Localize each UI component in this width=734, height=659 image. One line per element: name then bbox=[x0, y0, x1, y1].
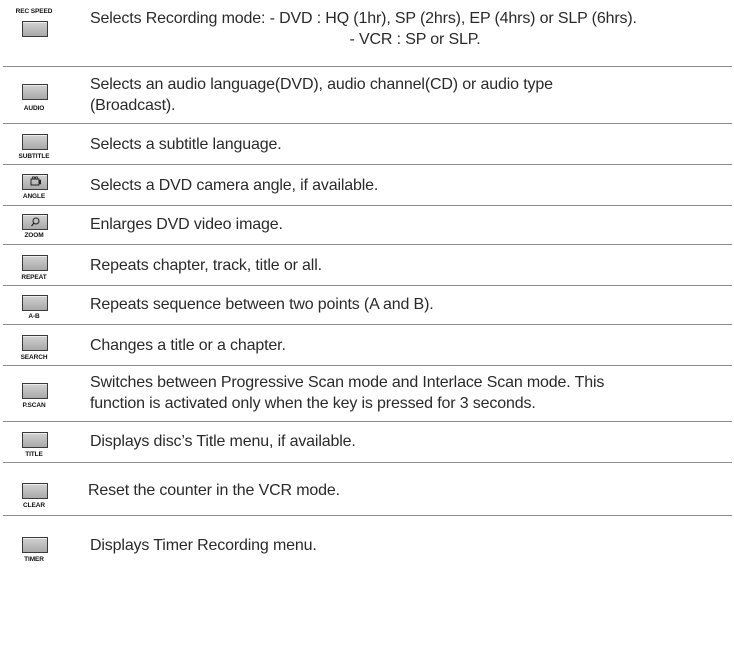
description-line: Repeats chapter, track, title or all. bbox=[90, 257, 322, 274]
description-line: Selects Recording mode: - DVD : HQ (1hr)… bbox=[90, 10, 637, 27]
icon-cell: TITLE bbox=[3, 422, 83, 462]
button-label: CLEAR bbox=[23, 502, 45, 509]
button-label: P.SCAN bbox=[22, 402, 46, 409]
table-row: AUDIO Selects an audio language(DVD), au… bbox=[3, 67, 732, 124]
row-description: Reset the counter in the VCR mode. bbox=[88, 480, 728, 501]
table-row: ANGLE Selects a DVD camera angle, if ava… bbox=[3, 165, 732, 206]
clear-button-icon bbox=[22, 483, 48, 499]
audio-button-icon bbox=[22, 84, 48, 100]
table-row: SUBTITLE Selects a subtitle language. bbox=[3, 124, 732, 165]
table-row: ZOOM Enlarges DVD video image. bbox=[3, 206, 732, 245]
row-description: Switches between Progressive Scan mode a… bbox=[90, 372, 728, 414]
table-row: TITLE Displays disc’s Title menu, if ava… bbox=[3, 422, 732, 463]
description-line: function is activated only when the key … bbox=[90, 395, 536, 412]
button-label: REC SPEED bbox=[15, 8, 53, 15]
magnifier-glyph bbox=[31, 217, 40, 227]
p-scan-button-icon bbox=[22, 383, 48, 399]
icon-cell: AUDIO bbox=[3, 67, 83, 123]
row-description: Displays Timer Recording menu. bbox=[90, 535, 728, 556]
row-description: Repeats sequence between two points (A a… bbox=[90, 294, 728, 315]
description-line: Switches between Progressive Scan mode a… bbox=[90, 374, 605, 391]
description-line: Displays Timer Recording menu. bbox=[90, 537, 317, 554]
rec-speed-button-icon bbox=[22, 21, 48, 37]
timer-button-icon bbox=[22, 537, 48, 553]
icon-cell: ZOOM bbox=[3, 206, 83, 244]
description-line: (Broadcast). bbox=[90, 97, 176, 114]
button-label: AUDIO bbox=[23, 105, 45, 112]
button-label: REPEAT bbox=[21, 274, 47, 281]
icon-cell: TIMER bbox=[3, 516, 83, 576]
icon-cell: SUBTITLE bbox=[3, 124, 83, 164]
description-line: Selects an audio language(DVD), audio ch… bbox=[90, 76, 553, 93]
title-button-icon bbox=[22, 432, 48, 448]
table-row: REC SPEED Selects Recording mode: - DVD … bbox=[3, 0, 732, 67]
icon-cell: CLEAR bbox=[3, 463, 83, 515]
row-description: Selects a DVD camera angle, if available… bbox=[90, 175, 728, 196]
magnifier-icon bbox=[22, 214, 48, 230]
icon-cell: P.SCAN bbox=[3, 366, 83, 421]
description-line: Reset the counter in the VCR mode. bbox=[88, 482, 340, 499]
button-label: SUBTITLE bbox=[18, 153, 50, 160]
description-line: - VCR : SP or SLP. bbox=[349, 31, 481, 48]
icon-cell: REPEAT bbox=[3, 245, 83, 285]
button-label: TITLE bbox=[25, 451, 43, 458]
row-description: Repeats chapter, track, title or all. bbox=[90, 255, 728, 276]
button-label: A-B bbox=[28, 313, 40, 320]
remote-button-table: REC SPEED Selects Recording mode: - DVD … bbox=[3, 0, 732, 576]
a-b-button-icon bbox=[22, 295, 48, 311]
button-label: ANGLE bbox=[22, 193, 46, 200]
button-label: ZOOM bbox=[24, 232, 44, 239]
description-line: Selects a DVD camera angle, if available… bbox=[90, 177, 379, 194]
icon-cell: REC SPEED bbox=[3, 0, 83, 66]
camera-angle-icon bbox=[22, 174, 48, 190]
icon-cell: SEARCH bbox=[3, 325, 83, 365]
description-line: Selects a subtitle language. bbox=[90, 136, 282, 153]
icon-cell: ANGLE bbox=[3, 165, 83, 205]
description-line: Repeats sequence between two points (A a… bbox=[90, 296, 434, 313]
button-label: TIMER bbox=[24, 556, 44, 563]
button-label: SEARCH bbox=[20, 354, 48, 361]
table-row: CLEAR Reset the counter in the VCR mode. bbox=[3, 463, 732, 516]
camera-glyph bbox=[30, 176, 41, 186]
row-description: Selects Recording mode: - DVD : HQ (1hr)… bbox=[90, 8, 728, 50]
row-description: Enlarges DVD video image. bbox=[90, 214, 728, 235]
icon-cell: A-B bbox=[3, 286, 83, 324]
row-description: Changes a title or a chapter. bbox=[90, 335, 728, 356]
description-line: Changes a title or a chapter. bbox=[90, 337, 286, 354]
table-row: TIMER Displays Timer Recording menu. bbox=[3, 516, 732, 576]
table-row: SEARCH Changes a title or a chapter. bbox=[3, 325, 732, 366]
repeat-button-icon bbox=[22, 255, 48, 271]
description-line: Enlarges DVD video image. bbox=[90, 216, 283, 233]
table-row: A-B Repeats sequence between two points … bbox=[3, 286, 732, 325]
row-description: Displays disc’s Title menu, if available… bbox=[90, 431, 728, 452]
row-description: Selects a subtitle language. bbox=[90, 134, 728, 155]
description-line: Displays disc’s Title menu, if available… bbox=[90, 433, 356, 450]
search-button-icon bbox=[22, 335, 48, 351]
table-row: P.SCAN Switches between Progressive Scan… bbox=[3, 366, 732, 422]
subtitle-button-icon bbox=[22, 134, 48, 150]
table-row: REPEAT Repeats chapter, track, title or … bbox=[3, 245, 732, 286]
row-description: Selects an audio language(DVD), audio ch… bbox=[90, 74, 728, 116]
